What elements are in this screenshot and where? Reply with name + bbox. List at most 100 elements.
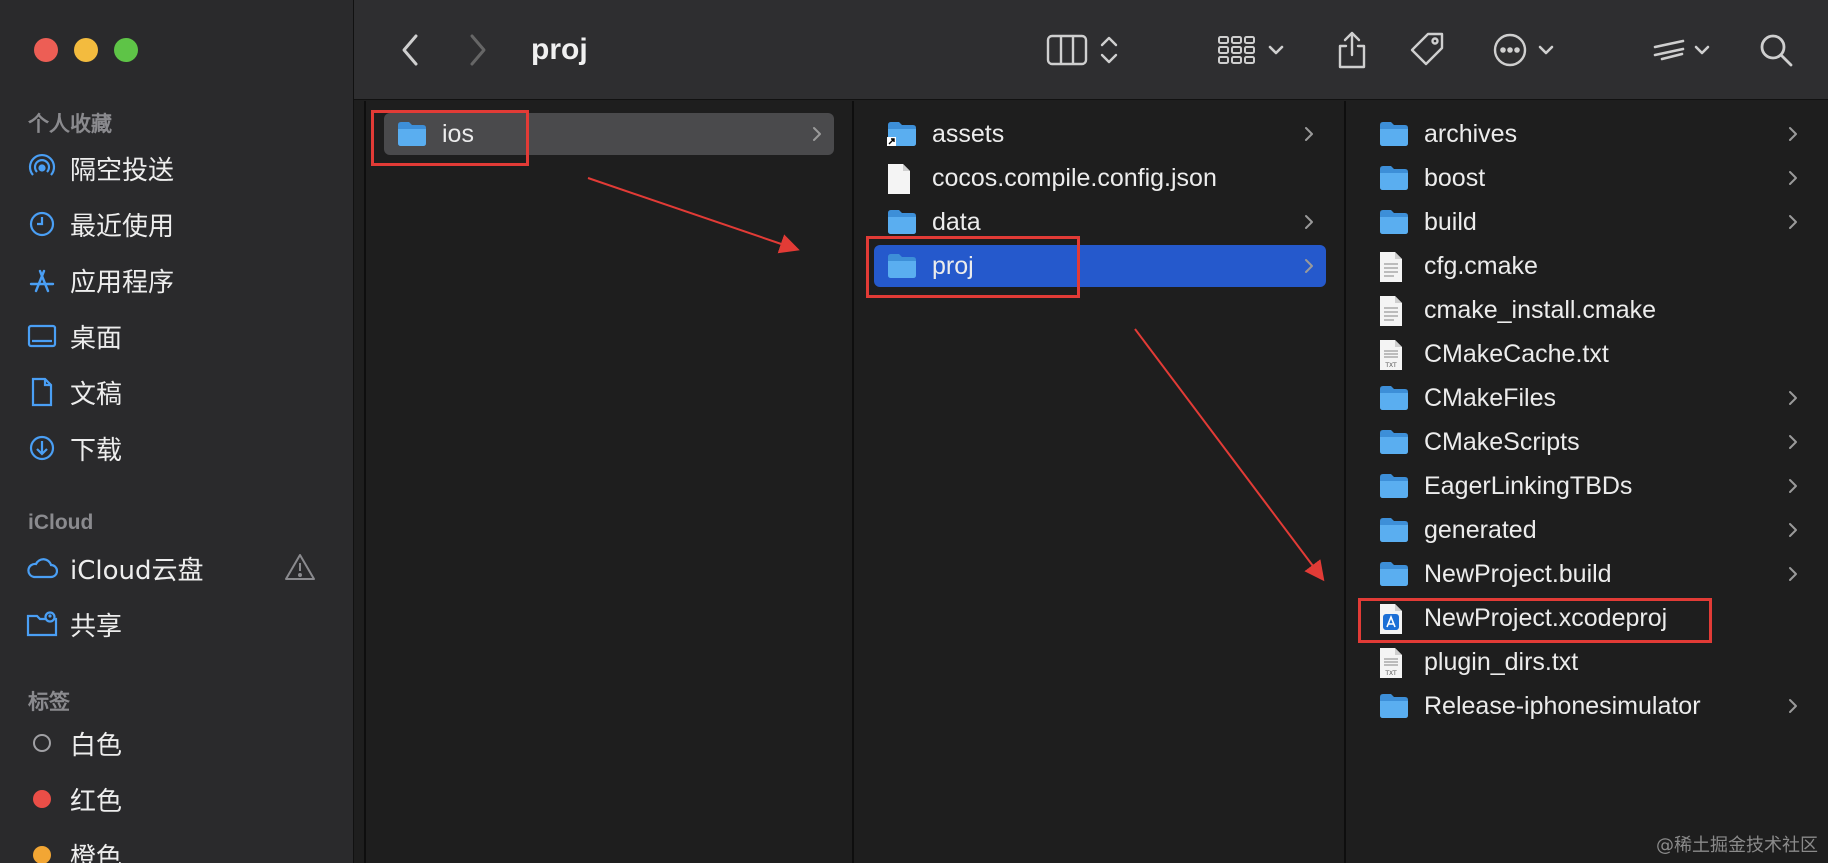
toolbar-extension-button[interactable] — [1652, 28, 1722, 72]
file-row-newproject-build[interactable]: NewProject.build — [1366, 553, 1810, 595]
sidebar-item-label: 文稿 — [70, 379, 123, 410]
sidebar-item-label: 桌面 — [70, 323, 123, 354]
ellipsis-circle-icon — [1493, 33, 1554, 67]
chevron-right-icon — [1789, 435, 1797, 449]
share-button[interactable] — [1332, 28, 1372, 72]
minimize-button[interactable] — [74, 38, 98, 62]
back-button[interactable] — [390, 28, 430, 72]
text-file-icon — [1380, 296, 1402, 326]
document-icon — [26, 376, 58, 408]
column-proj: archives boost build cfg.cmake cmake_install… — [1348, 101, 1828, 863]
folder-icon — [1380, 474, 1408, 498]
file-type-icon — [1378, 383, 1410, 413]
file-row-assets[interactable]: assets — [874, 113, 1326, 155]
disclosure-chevron — [1302, 125, 1316, 143]
disclosure-chevron — [1786, 433, 1800, 451]
file-row-cfg-cmake[interactable]: cfg.cmake — [1366, 245, 1810, 287]
chevron-right-icon — [1789, 523, 1797, 537]
sidebar-item-tag-white[interactable]: 白色 — [26, 721, 326, 765]
chevron-right-icon — [470, 34, 486, 66]
sidebar-item-tag-orange[interactable]: 橙色 — [26, 833, 326, 863]
file-type-icon — [1378, 427, 1410, 457]
file-row-cmakefiles[interactable]: CMakeFiles — [1366, 377, 1810, 419]
sidebar-item-documents[interactable]: 文稿 — [26, 370, 326, 414]
file-name: build — [1424, 207, 1477, 236]
file-name: cocos.compile.config.json — [932, 163, 1217, 192]
disclosure-chevron — [1786, 169, 1800, 187]
folder-icon — [1380, 694, 1408, 718]
sidebar-item-label: 橙色 — [70, 842, 123, 863]
file-row-plugin-dirs-txt[interactable]: TXT plugin_dirs.txt — [1366, 641, 1810, 683]
sidebar-item-label: 隔空投送 — [70, 155, 175, 186]
sidebar-item-recents[interactable]: 最近使用 — [26, 202, 326, 246]
sidebar-item-airdrop[interactable]: 隔空投送 — [26, 146, 326, 190]
group-button[interactable] — [1217, 28, 1289, 72]
warning-icon[interactable] — [284, 552, 316, 582]
sidebar-item-shared[interactable]: 共享 — [26, 602, 326, 646]
file-type-icon — [1378, 471, 1410, 501]
disclosure-chevron — [1786, 389, 1800, 407]
folder-icon — [1380, 210, 1408, 234]
sidebar-item-icloud-drive[interactable]: iCloud云盘 — [26, 546, 326, 590]
folder-icon — [1380, 562, 1408, 586]
chevron-right-icon — [1305, 127, 1313, 141]
file-type-icon — [1378, 119, 1410, 149]
file-type-icon — [1378, 251, 1410, 282]
file-row-release-iphonesimulator[interactable]: Release-iphonesimulator — [1366, 685, 1810, 727]
favorites-section-title: 个人收藏 — [28, 113, 112, 136]
folder-alias-icon — [887, 122, 916, 146]
columns-view-icon — [1046, 34, 1118, 66]
applications-icon — [26, 264, 58, 296]
annotation-box-ios — [371, 110, 529, 166]
tag-white-icon — [26, 727, 58, 759]
file-row-archives[interactable]: archives — [1366, 113, 1810, 155]
chevron-right-icon — [1789, 215, 1797, 229]
sidebar-item-downloads[interactable]: 下载 — [26, 426, 326, 470]
svg-text:TXT: TXT — [1384, 670, 1397, 677]
search-button[interactable] — [1754, 28, 1798, 72]
file-type-icon — [1378, 207, 1410, 237]
zoom-button[interactable] — [114, 38, 138, 62]
sidebar-item-label: 红色 — [70, 786, 123, 817]
folder-icon — [1380, 430, 1408, 454]
tag-orange-icon — [26, 839, 58, 863]
chevron-right-icon — [1789, 699, 1797, 713]
file-name: NewProject.build — [1424, 559, 1612, 588]
chevron-right-icon — [1789, 391, 1797, 405]
chevron-left-icon — [402, 34, 418, 66]
disclosure-chevron — [1786, 697, 1800, 715]
file-row-build[interactable]: build — [1366, 201, 1810, 243]
tags-button[interactable] — [1406, 28, 1450, 72]
disclosure-chevron — [1786, 125, 1800, 143]
chevron-right-icon — [1305, 215, 1313, 229]
clock-icon — [26, 208, 58, 240]
view-mode-button[interactable] — [1046, 28, 1136, 72]
forward-button[interactable] — [458, 28, 498, 72]
sidebar-item-label: 最近使用 — [70, 211, 175, 242]
close-button[interactable] — [34, 38, 58, 62]
action-menu-button[interactable] — [1492, 28, 1566, 72]
sidebar-item-tag-red[interactable]: 红色 — [26, 777, 326, 821]
file-type-icon — [1378, 295, 1410, 326]
file-row-cocos-compile-config-json[interactable]: cocos.compile.config.json — [874, 157, 1326, 199]
chevron-right-icon — [1789, 171, 1797, 185]
file-row-cmakecache-txt[interactable]: TXT CMakeCache.txt — [1366, 333, 1810, 375]
window-title: proj — [531, 33, 588, 66]
chevron-right-icon — [1789, 479, 1797, 493]
file-row-boost[interactable]: boost — [1366, 157, 1810, 199]
disclosure-chevron — [1786, 477, 1800, 495]
tag-icon — [1410, 32, 1444, 66]
tag-red-icon — [26, 783, 58, 815]
file-name: archives — [1424, 119, 1518, 148]
file-row-eagerlinkingtbds[interactable]: EagerLinkingTBDs — [1366, 465, 1810, 507]
file-type-icon: TXT — [1378, 647, 1410, 678]
file-name: cmake_install.cmake — [1424, 295, 1657, 324]
file-row-generated[interactable]: generated — [1366, 509, 1810, 551]
sidebar-item-applications[interactable]: 应用程序 — [26, 258, 326, 302]
annotation-box-xcodeproj — [1358, 598, 1712, 643]
file-row-cmakescripts[interactable]: CMakeScripts — [1366, 421, 1810, 463]
sidebar-item-desktop[interactable]: 桌面 — [26, 314, 326, 358]
grid-icon — [1218, 36, 1284, 64]
file-row-cmake-install-cmake[interactable]: cmake_install.cmake — [1366, 289, 1810, 331]
shared-folder-icon — [26, 608, 58, 640]
